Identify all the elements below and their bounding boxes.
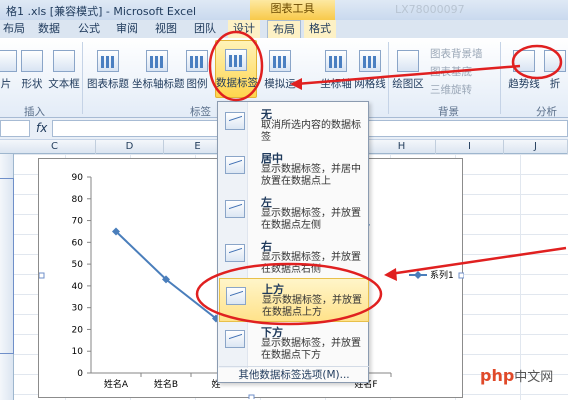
tab-page-layout[interactable]: 布局 xyxy=(0,20,28,38)
label-center-icon xyxy=(225,156,245,174)
menu-item-center[interactable]: 居中 显示数据标签，并居中放置在数据点上 xyxy=(219,148,369,192)
legend-label: 系列1 xyxy=(430,269,454,281)
menu-item-left[interactable]: 左 显示数据标签，并放置在数据点左侧 xyxy=(219,192,369,236)
data-labels-icon xyxy=(225,49,247,71)
tab-chart-layout[interactable]: 布局 xyxy=(267,20,301,39)
excel-window: { "window": {"title": "格1 .xls [兼容模式] - … xyxy=(0,0,568,400)
y-tick-label: 10 xyxy=(72,347,84,357)
trendline-button[interactable]: 趋势线 xyxy=(506,42,542,92)
tab-formulas[interactable]: 公式 xyxy=(74,20,104,38)
group-label-background: 背景 xyxy=(438,106,459,118)
plot-area-button[interactable]: 绘图区 xyxy=(390,42,426,92)
chart-wall-button[interactable]: 图表背景墙 xyxy=(430,46,483,61)
y-tick-label: 40 xyxy=(72,282,84,292)
group-separator xyxy=(82,42,83,114)
label-left-icon xyxy=(225,200,245,218)
label-below-icon xyxy=(225,330,245,348)
menu-item-right[interactable]: 右 显示数据标签，并放置在数据点右侧 xyxy=(219,236,369,280)
data-table-button[interactable]: 模拟运 xyxy=(258,42,302,92)
axis-titles-icon xyxy=(146,50,168,72)
column-header[interactable]: H xyxy=(368,140,436,154)
y-tick-label: 20 xyxy=(72,325,84,335)
legend-marker xyxy=(414,271,422,279)
account-hint: LX78000097 xyxy=(395,3,465,16)
tab-design[interactable]: 设计 xyxy=(228,20,260,38)
label-none-icon xyxy=(225,112,245,130)
group-label-labels: 标签 xyxy=(190,106,211,118)
trendline-icon xyxy=(513,50,535,72)
chart-title-button[interactable]: 图表标题 xyxy=(86,42,130,92)
textbox-icon xyxy=(53,50,75,72)
y-tick-label: 50 xyxy=(72,260,84,270)
group-separator xyxy=(500,42,501,114)
tab-team[interactable]: 团队 xyxy=(190,20,220,38)
group-separator xyxy=(388,42,389,114)
title-bar: 格1 .xls [兼容模式] - Microsoft Excel 图表工具 LX… xyxy=(0,0,568,20)
label-right-icon xyxy=(225,244,245,262)
data-table-icon xyxy=(269,50,291,72)
y-tick-label: 30 xyxy=(72,304,84,314)
y-tick-label: 0 xyxy=(77,369,83,379)
lines-icon xyxy=(544,50,566,72)
data-labels-menu: 无 取消所选内容的数据标签 居中 显示数据标签，并居中放置在数据点上 左 显示数… xyxy=(217,101,369,383)
axis-titles-button[interactable]: 坐标轴标题 xyxy=(132,42,185,92)
watermark: php中文网 xyxy=(480,366,554,385)
chart-floor-button[interactable]: 图表基底 xyxy=(430,64,472,79)
gridlines-button[interactable]: 网格线 xyxy=(352,42,388,92)
menu-item-above[interactable]: 上方 显示数据标签，并放置在数据点上方 xyxy=(219,278,369,322)
menu-item-below[interactable]: 下方 显示数据标签，并放置在数据点下方 xyxy=(219,322,369,366)
column-header[interactable]: C xyxy=(14,140,96,154)
column-header[interactable]: J xyxy=(504,140,568,154)
name-box[interactable] xyxy=(0,120,30,137)
3d-rotation-button[interactable]: 三维旋转 xyxy=(430,82,472,97)
y-tick-label: 90 xyxy=(72,173,84,183)
column-header[interactable]: I xyxy=(436,140,504,154)
y-tick-label: 60 xyxy=(72,238,84,248)
shapes-icon xyxy=(21,50,43,72)
legend-icon xyxy=(186,50,208,72)
ribbon-tabs: 布局 数据 公式 审阅 视图 团队 设计 布局 格式 xyxy=(0,20,568,39)
chart-tools-context-label: 图表工具 xyxy=(250,0,335,20)
plot-area-icon xyxy=(397,50,419,72)
legend-button[interactable]: 图例 xyxy=(182,42,212,92)
textbox-button[interactable]: 文本框 xyxy=(44,42,84,92)
tab-review[interactable]: 审阅 xyxy=(112,20,142,38)
column-header[interactable]: D xyxy=(96,140,164,154)
label-above-icon xyxy=(226,287,246,305)
x-tick-label: 姓名B xyxy=(154,378,178,390)
axes-button[interactable]: 坐标轴 xyxy=(318,42,354,92)
insert-function-icon[interactable]: fx xyxy=(36,121,47,135)
group-label-insert: 插入 xyxy=(24,106,45,118)
axes-icon xyxy=(325,50,347,72)
more-data-label-options[interactable]: 其他数据标签选项(M)... xyxy=(219,366,369,382)
window-title: 格1 .xls [兼容模式] - Microsoft Excel xyxy=(6,5,197,18)
gridlines-icon xyxy=(359,50,381,72)
y-tick-label: 80 xyxy=(72,195,84,205)
tab-format[interactable]: 格式 xyxy=(304,20,336,38)
menu-item-none[interactable]: 无 取消所选内容的数据标签 xyxy=(219,104,369,148)
selection-handle xyxy=(458,272,464,279)
data-labels-button[interactable]: 数据标签 xyxy=(215,40,258,98)
chart-title-icon xyxy=(97,50,119,72)
tab-data[interactable]: 数据 xyxy=(34,20,64,38)
selected-range xyxy=(0,178,14,354)
tab-view[interactable]: 视图 xyxy=(151,20,181,38)
group-label-analysis: 分析 xyxy=(536,106,557,118)
y-tick-label: 70 xyxy=(72,217,84,227)
selection-handle xyxy=(248,394,255,399)
x-tick-label: 姓名A xyxy=(104,378,129,390)
lines-button[interactable]: 折 xyxy=(542,42,568,92)
selection-handle xyxy=(39,272,45,279)
